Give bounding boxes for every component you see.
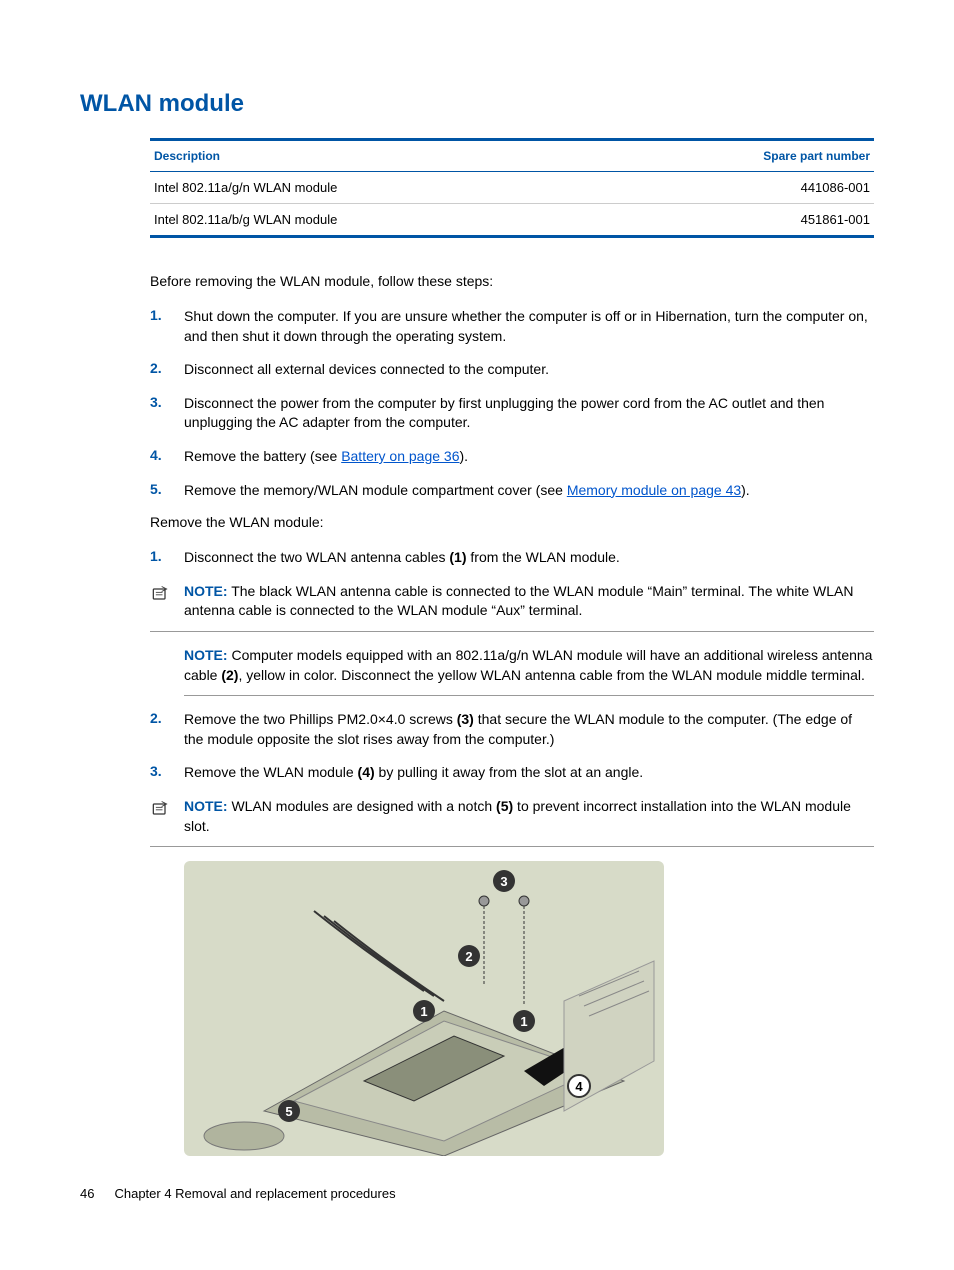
step-text: Remove the two Phillips PM2.0×4.0 screws…	[184, 710, 874, 749]
step-number: 3.	[150, 394, 184, 410]
list-item: 3. Remove the WLAN module (4) by pulling…	[150, 763, 874, 783]
cell-part: 441086-001	[603, 172, 874, 204]
post: by pulling it away from the slot at an a…	[375, 764, 643, 780]
svg-text:1: 1	[520, 1014, 527, 1029]
list-item: 1. Shut down the computer. If you are un…	[150, 307, 874, 346]
note-block: NOTE: Computer models equipped with an 8…	[184, 646, 874, 696]
ordered-list-2b: 2. Remove the two Phillips PM2.0×4.0 scr…	[150, 710, 874, 783]
list-item: 5. Remove the memory/WLAN module compart…	[150, 481, 874, 501]
note-body: The black WLAN antenna cable is connecte…	[184, 583, 853, 619]
page-footer: 46 Chapter 4 Removal and replacement pro…	[80, 1186, 874, 1201]
memory-module-link[interactable]: Memory module on page 43	[567, 482, 741, 498]
table-row: Intel 802.11a/g/n WLAN module 441086-001	[150, 172, 874, 204]
post: , yellow in color. Disconnect the yellow…	[238, 667, 864, 683]
pre: Disconnect the two WLAN antenna cables	[184, 549, 449, 565]
page-number: 46	[80, 1186, 94, 1201]
chapter-title: Chapter 4 Removal and replacement proced…	[114, 1186, 395, 1201]
pre: WLAN modules are designed with a notch	[231, 798, 496, 814]
ordered-list-2: 1. Disconnect the two WLAN antenna cable…	[150, 548, 874, 568]
pre: Remove the battery (see	[184, 448, 341, 464]
list-item: 4. Remove the battery (see Battery on pa…	[150, 447, 874, 467]
svg-text:5: 5	[285, 1104, 292, 1119]
cell-desc: Intel 802.11a/b/g WLAN module	[150, 204, 603, 237]
callout-ref: (5)	[496, 798, 513, 814]
intro-text-2: Remove the WLAN module:	[150, 514, 874, 530]
svg-text:3: 3	[500, 874, 507, 889]
th-description: Description	[150, 140, 603, 172]
cell-desc: Intel 802.11a/g/n WLAN module	[150, 172, 603, 204]
step-text: Disconnect all external devices connecte…	[184, 360, 874, 380]
cell-part: 451861-001	[603, 204, 874, 237]
svg-text:2: 2	[465, 949, 472, 964]
intro-text: Before removing the WLAN module, follow …	[150, 273, 874, 289]
callout-ref: (3)	[457, 711, 474, 727]
pre: Remove the two Phillips PM2.0×4.0 screws	[184, 711, 457, 727]
step-text: Remove the battery (see Battery on page …	[184, 447, 874, 467]
callout-ref: (1)	[449, 549, 466, 565]
note-label: NOTE:	[184, 647, 228, 663]
th-spare-part: Spare part number	[603, 140, 874, 172]
post: ).	[460, 448, 469, 464]
svg-text:4: 4	[575, 1079, 583, 1094]
note-text: NOTE: WLAN modules are designed with a n…	[184, 797, 874, 836]
table-row: Intel 802.11a/b/g WLAN module 451861-001	[150, 204, 874, 237]
ordered-list-1: 1. Shut down the computer. If you are un…	[150, 307, 874, 500]
step-number: 3.	[150, 763, 184, 779]
note-icon	[150, 582, 184, 609]
pre: Remove the WLAN module	[184, 764, 358, 780]
step-text: Shut down the computer. If you are unsur…	[184, 307, 874, 346]
step-number: 1.	[150, 548, 184, 564]
battery-link[interactable]: Battery on page 36	[341, 448, 459, 464]
note-label: NOTE:	[184, 583, 228, 599]
step-number: 1.	[150, 307, 184, 323]
pre: Remove the memory/WLAN module compartmen…	[184, 482, 567, 498]
diagram-image: 1 1 2 3 4 5	[184, 861, 664, 1156]
note-block: NOTE: The black WLAN antenna cable is co…	[150, 582, 874, 632]
note-block: NOTE: WLAN modules are designed with a n…	[150, 797, 874, 847]
step-text: Remove the WLAN module (4) by pulling it…	[184, 763, 874, 783]
step-text: Disconnect the power from the computer b…	[184, 394, 874, 433]
page: WLAN module Description Spare part numbe…	[0, 0, 954, 1241]
svg-text:1: 1	[420, 1004, 427, 1019]
step-number: 2.	[150, 360, 184, 376]
callout-ref: (2)	[221, 667, 238, 683]
note-icon	[150, 797, 184, 824]
step-number: 4.	[150, 447, 184, 463]
list-item: 2. Disconnect all external devices conne…	[150, 360, 874, 380]
step-text: Remove the memory/WLAN module compartmen…	[184, 481, 874, 501]
note-text: NOTE: The black WLAN antenna cable is co…	[184, 582, 874, 621]
parts-table: Description Spare part number Intel 802.…	[150, 138, 874, 238]
step-text: Disconnect the two WLAN antenna cables (…	[184, 548, 874, 568]
post: ).	[741, 482, 750, 498]
section-heading: WLAN module	[80, 90, 874, 118]
post: from the WLAN module.	[467, 549, 620, 565]
callout-ref: (4)	[358, 764, 375, 780]
list-item: 1. Disconnect the two WLAN antenna cable…	[150, 548, 874, 568]
step-number: 5.	[150, 481, 184, 497]
note-label: NOTE:	[184, 798, 228, 814]
list-item: 3. Disconnect the power from the compute…	[150, 394, 874, 433]
step-number: 2.	[150, 710, 184, 726]
list-item: 2. Remove the two Phillips PM2.0×4.0 scr…	[150, 710, 874, 749]
